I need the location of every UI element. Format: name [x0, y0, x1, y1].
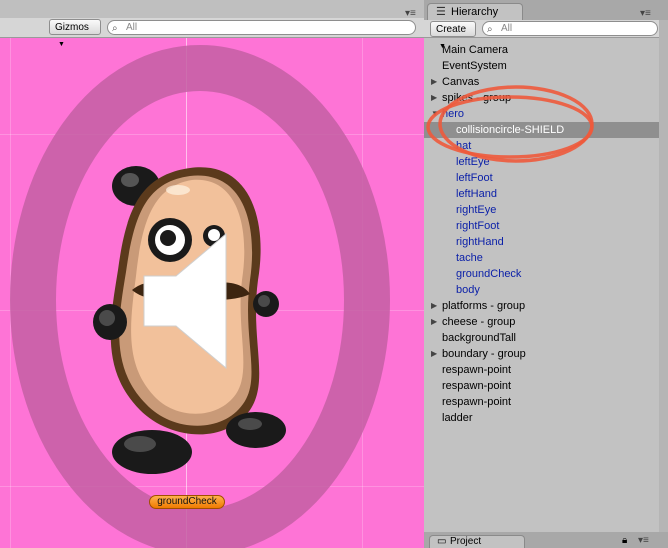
search-icon: ⌕: [112, 23, 118, 34]
dropdown-arrow-icon: ▼: [58, 41, 65, 48]
project-tabbar: ▭ Project 🔒︎ ▾≡: [424, 532, 668, 548]
inspector-edge: [659, 20, 668, 548]
scene-view[interactable]: groundCheck Gizmos ▼ ⌕ All ▾≡: [0, 0, 424, 548]
ground-check-label[interactable]: groundCheck: [149, 495, 225, 509]
project-tab-label: Project: [450, 536, 482, 547]
left-foot-sprite: [112, 430, 192, 474]
highlight-annotation: [426, 85, 594, 163]
tab-project[interactable]: ▭ Project: [429, 535, 525, 548]
right-foot-sprite: [226, 412, 286, 448]
right-hand-sprite: [253, 291, 279, 317]
project-panel-menu-icon[interactable]: ▾≡: [638, 535, 649, 546]
scene-panel-menu-icon[interactable]: ▾≡: [405, 8, 416, 19]
hierarchy-panel: ☰ Hierarchy ▾≡ Create ▼ ⌕ All Main Camer…: [424, 0, 668, 548]
folder-icon: ▭: [437, 536, 447, 547]
hero-sprite[interactable]: [0, 0, 424, 548]
gizmos-label: Gizmos: [55, 22, 89, 33]
lock-icon[interactable]: 🔒︎: [622, 535, 627, 546]
left-hand-sprite: [93, 304, 127, 340]
gizmos-dropdown[interactable]: Gizmos ▼: [49, 19, 101, 48]
scene-search-input[interactable]: ⌕ All: [107, 20, 416, 35]
scene-toolbar: Gizmos ▼ ⌕ All: [0, 18, 424, 48]
left-eye-sprite: [148, 218, 192, 262]
scene-search-placeholder: All: [126, 22, 138, 33]
scene-top-strip: [0, 0, 424, 18]
